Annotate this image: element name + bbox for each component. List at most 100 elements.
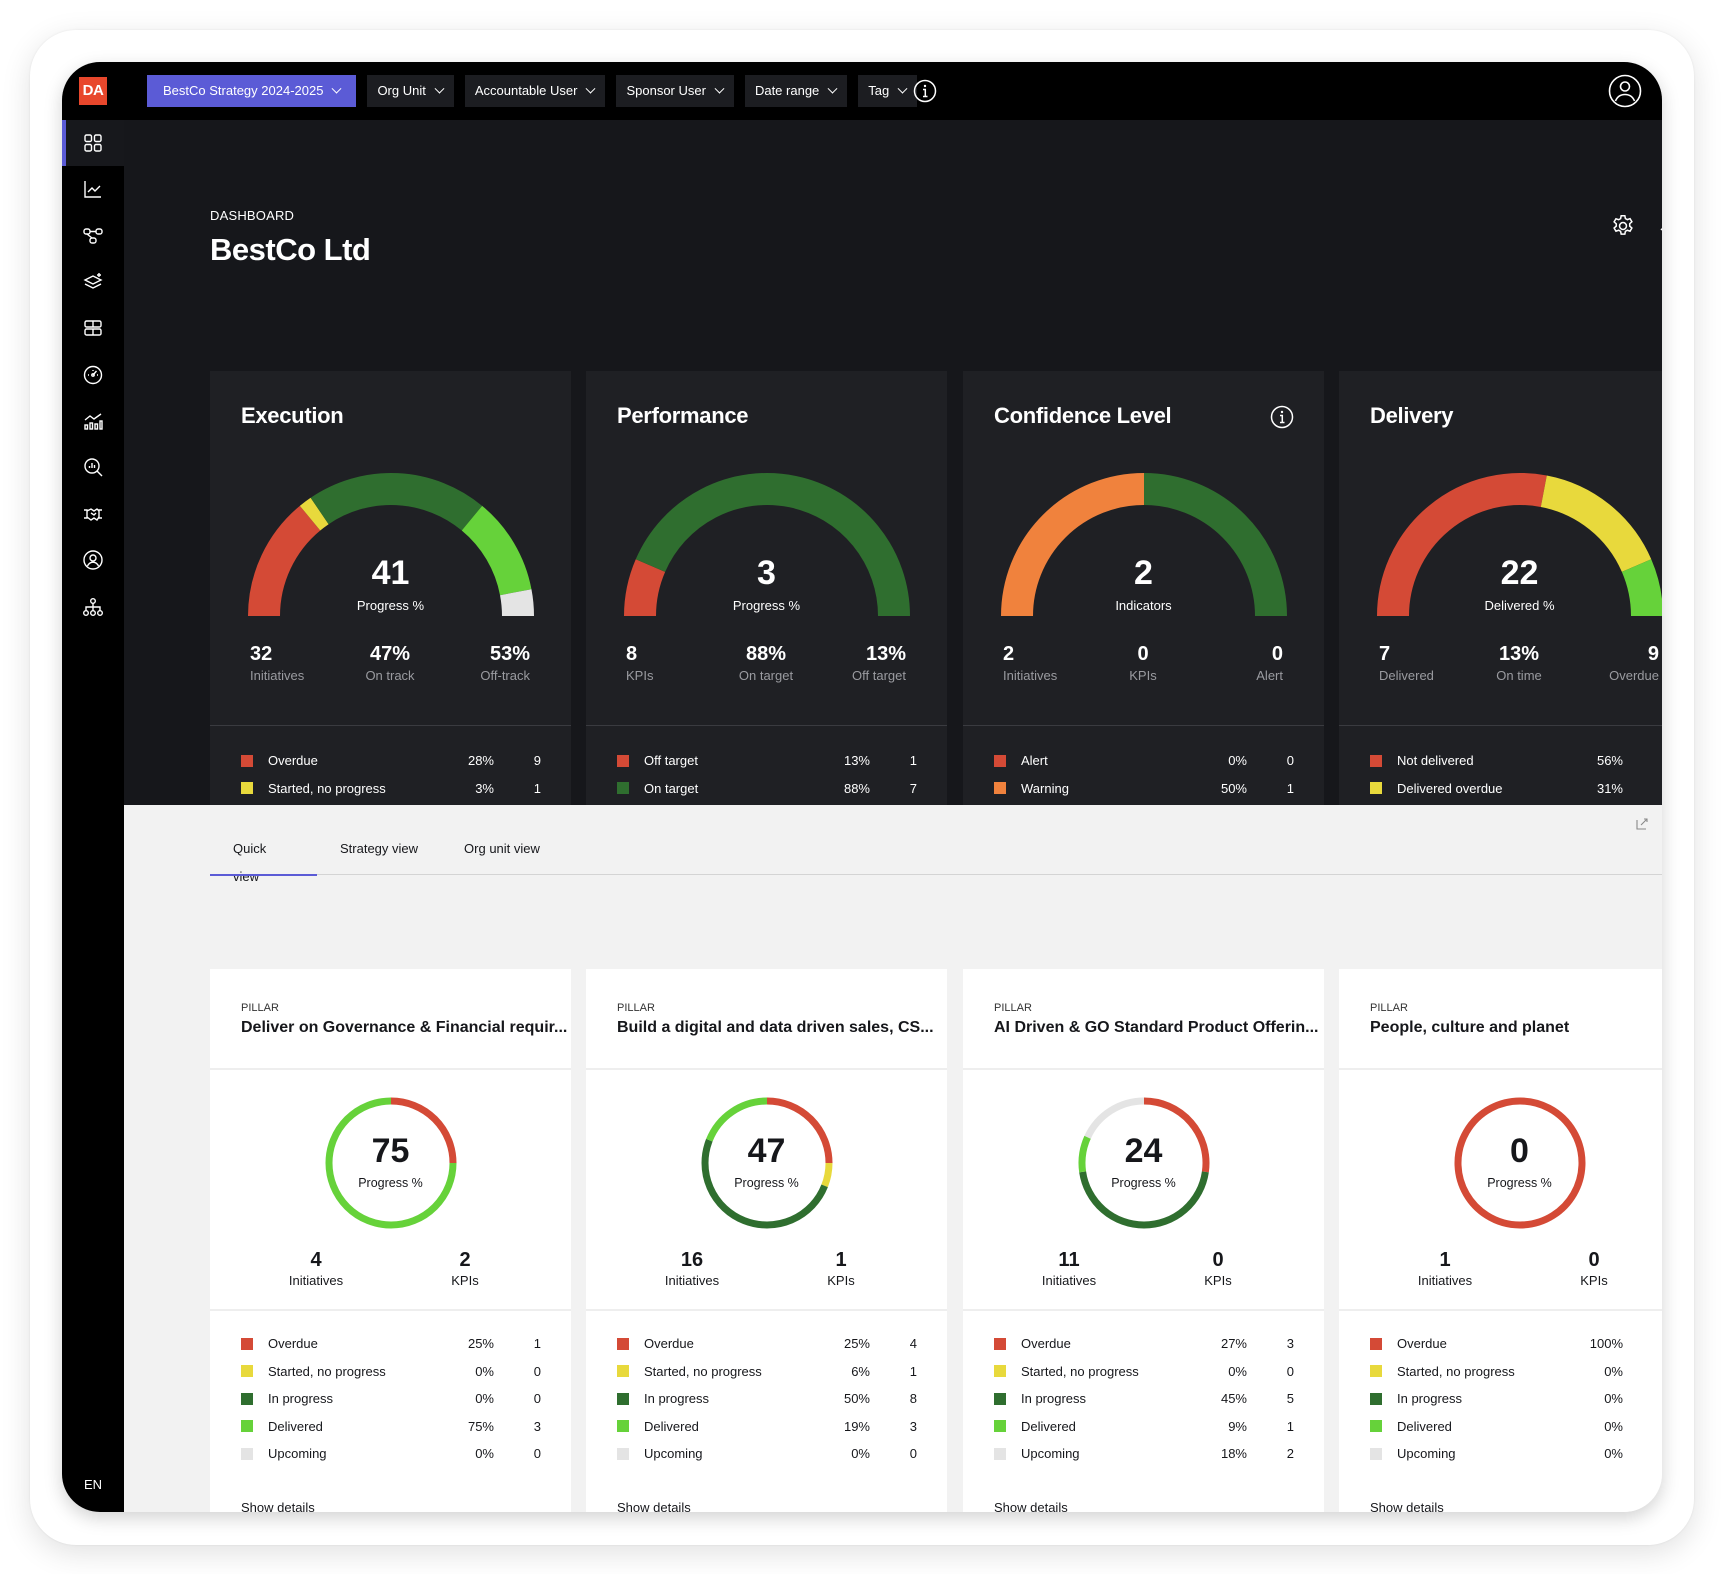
legend-swatch — [994, 1337, 1006, 1350]
legend-count: 0 — [1623, 1446, 1662, 1461]
show-details-link[interactable]: Show details — [617, 1500, 691, 1512]
legend-count: 0 — [1286, 1363, 1294, 1379]
pillar-title[interactable]: Deliver on Governance & Financial requir… — [241, 1019, 567, 1037]
dashboard-header: DASHBOARD BestCo Ltd Execution 41 Progress… — [124, 120, 1662, 901]
legend-row-off-target: Off target 13% 1 — [617, 747, 917, 775]
show-details-link[interactable]: Show details — [241, 1500, 315, 1512]
legend-label: Upcoming — [268, 1446, 327, 1462]
breadcrumb[interactable]: DASHBOARD — [210, 208, 294, 223]
user-profile-icon[interactable] — [1608, 74, 1642, 108]
sidebar-item-dashboard[interactable] — [62, 120, 124, 166]
legend-swatch — [1370, 782, 1382, 795]
chevron-down-icon — [331, 83, 342, 94]
stat-label: KPIs — [451, 1273, 479, 1288]
legend-count: 0 — [909, 1446, 917, 1462]
legend-percent: 0% — [475, 1391, 494, 1407]
pillar-header: PILLAR Deliver on Governance & Financial … — [210, 969, 571, 1070]
legend-count: 0 — [1623, 1419, 1662, 1434]
legend-swatch — [1370, 1420, 1382, 1433]
info-icon[interactable] — [1270, 405, 1294, 429]
legend-row-overdue: Overdue 28% 9 — [241, 747, 541, 775]
tag-filter-label: Tag — [868, 83, 890, 98]
legend-row-started-no-progress: Started, no progress 3% 1 — [241, 775, 541, 803]
tab-org-unit-view[interactable]: Org unit view — [441, 835, 563, 875]
pillar-card[interactable]: PILLAR People, culture and planet 0 Progres… — [1339, 969, 1662, 1512]
strategy-select[interactable]: BestCo Strategy 2024-2025 — [147, 75, 357, 107]
legend-row-in-progress: In progress 0% 0 — [241, 1385, 541, 1413]
stat-label: Alert — [1256, 668, 1283, 683]
stat-alert: 0 Alert — [1163, 643, 1283, 683]
legend-percent: 0% — [1604, 1418, 1623, 1434]
accountable-user-filter[interactable]: Accountable User — [464, 75, 606, 107]
sidebar-item-strategy-map[interactable] — [62, 213, 124, 259]
pillar-title[interactable]: AI Driven & GO Standard Product Offerin.… — [994, 1019, 1318, 1037]
legend-swatch — [994, 782, 1006, 795]
legend-label: On target — [644, 780, 699, 796]
sidebar-item-performance[interactable] — [62, 398, 124, 444]
chevron-down-icon — [714, 83, 725, 94]
legend-count: 1 — [533, 1336, 541, 1352]
pillar-title[interactable]: Build a digital and data driven sales, C… — [617, 1019, 934, 1037]
sidebar-item-gauge[interactable] — [62, 352, 124, 398]
gauge-segment-started-no-progress — [299, 497, 329, 531]
kpis-count: 0 KPIs — [1158, 1249, 1278, 1288]
legend-label: Not delivered — [1397, 753, 1474, 769]
app-logo[interactable]: DA — [79, 77, 107, 105]
date-range-filter[interactable]: Date range — [744, 75, 848, 107]
tab-strategy-view[interactable]: Strategy view — [317, 835, 441, 875]
donut-value: 75 — [371, 1132, 410, 1170]
org-unit-filter[interactable]: Org Unit — [367, 75, 454, 107]
sponsor-user-filter[interactable]: Sponsor User — [616, 75, 734, 107]
legend-percent: 0% — [1228, 1363, 1247, 1379]
legend-percent: 27% — [1220, 1336, 1247, 1352]
sidebar-item-insights[interactable] — [62, 444, 124, 490]
legend-count: 3 — [909, 1418, 917, 1434]
chevron-up-icon[interactable] — [1658, 215, 1662, 237]
legend-count: 9 — [533, 753, 541, 769]
info-icon[interactable] — [913, 79, 937, 103]
stat-value: 1 — [1439, 1249, 1451, 1271]
legend-count: 9 — [1623, 753, 1662, 768]
gauge-value: 3 — [757, 554, 776, 592]
language-switch[interactable]: EN — [62, 1477, 124, 1492]
show-details-link[interactable]: Show details — [1370, 1500, 1444, 1512]
pillar-card[interactable]: PILLAR Build a digital and data driven sa… — [586, 969, 947, 1512]
pillar-title[interactable]: People, culture and planet — [1370, 1019, 1569, 1037]
pillar-card[interactable]: PILLAR Deliver on Governance & Financial … — [210, 969, 571, 1512]
stat-label: Initiatives — [1041, 1273, 1097, 1288]
sidebar-item-users[interactable] — [62, 537, 124, 583]
legend-label: Overdue — [268, 753, 318, 769]
pillar-card[interactable]: PILLAR AI Driven & GO Standard Product Of… — [963, 969, 1324, 1512]
gauge-value: 41 — [371, 554, 410, 592]
legend-label: In progress — [1397, 1391, 1463, 1407]
tab-quick-view[interactable]: Quick view — [210, 835, 317, 884]
sidebar-item-partners[interactable] — [62, 491, 124, 537]
card-title: Delivery — [1370, 403, 1454, 428]
gear-icon[interactable] — [1610, 213, 1636, 239]
show-details-link[interactable]: Show details — [994, 1500, 1068, 1512]
chevron-down-icon — [434, 83, 445, 94]
sidebar-item-org-chart[interactable] — [62, 584, 124, 630]
tag-filter[interactable]: Tag — [858, 75, 918, 107]
legend: Overdue 27% 3 Started, no progress 0% 0 In pro… — [994, 1330, 1294, 1468]
stat-label: Off-track — [480, 668, 530, 683]
card-title: Performance — [617, 403, 749, 428]
sidebar-item-analytics[interactable] — [62, 166, 124, 212]
stat-value: 16 — [680, 1249, 704, 1271]
legend-row-alert: Alert 0% 0 — [994, 747, 1294, 775]
gauge-segment-confident — [1143, 473, 1287, 617]
legend-count: 0 — [533, 1446, 541, 1462]
sidebar-item-layers[interactable] — [62, 259, 124, 305]
initiatives-count: 11 Initiatives — [1009, 1249, 1129, 1288]
sidebar-item-tables[interactable] — [62, 305, 124, 351]
expand-icon[interactable] — [1635, 817, 1649, 831]
gauge-value: 2 — [1134, 554, 1153, 592]
legend-count: 0 — [533, 1391, 541, 1407]
initiatives-count: 4 Initiatives — [256, 1249, 376, 1288]
legend-percent: 45% — [1220, 1391, 1247, 1407]
divider — [963, 1309, 1324, 1311]
legend-count: 1 — [909, 753, 917, 769]
divider — [963, 725, 1324, 726]
top-bar: DA BestCo Strategy 2024-2025 Org Unit Ac… — [62, 62, 1662, 120]
legend-label: Started, no progress — [268, 1363, 386, 1379]
